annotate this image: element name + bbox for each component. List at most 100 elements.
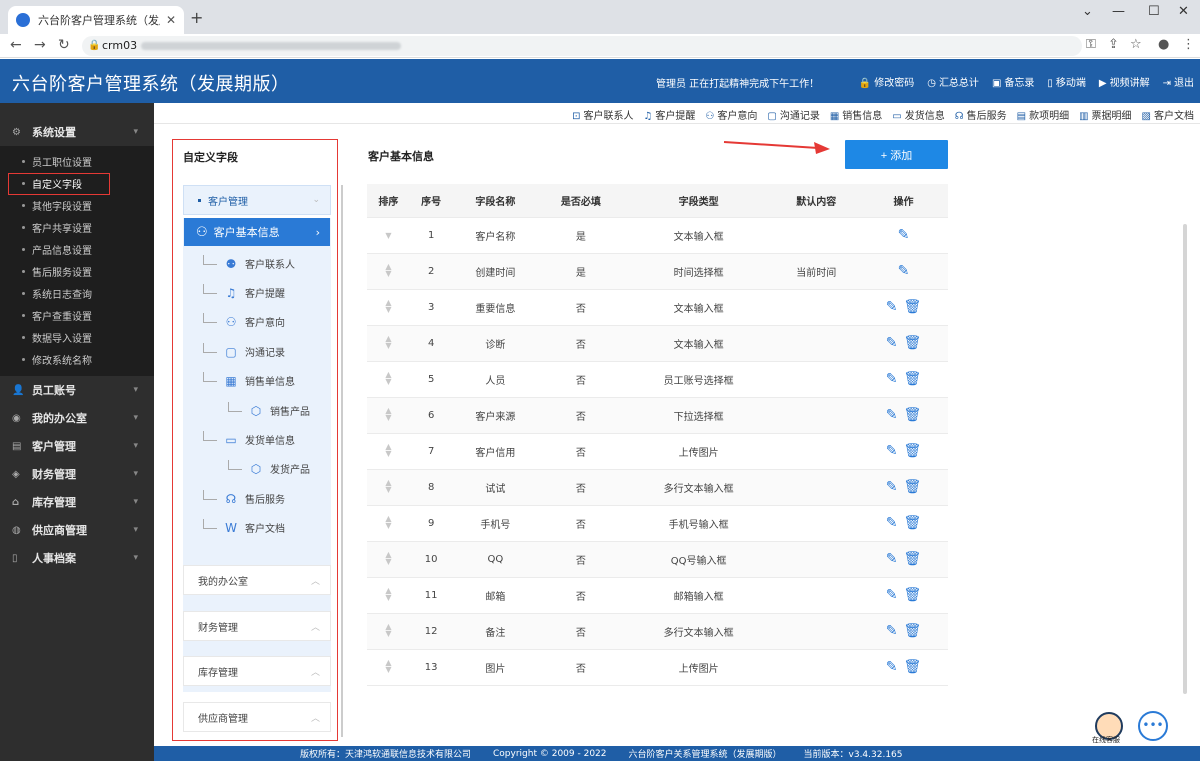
tree-node[interactable]: ☊ 售后服务: [203, 489, 285, 506]
toolbar-item[interactable]: ▤ 款项明细: [1017, 107, 1069, 122]
edit-icon[interactable]: ✎: [886, 407, 898, 423]
sidebar-group[interactable]: 👤 员工账号 ▾: [0, 376, 154, 404]
chat-bubble-icon[interactable]: •••: [1138, 711, 1168, 741]
trash-icon[interactable]: 🗑: [904, 335, 922, 351]
edit-icon[interactable]: ✎: [898, 263, 910, 279]
tree-node[interactable]: ▦ 销售单信息: [203, 371, 295, 388]
minimize-icon[interactable]: ⌄: [1082, 4, 1093, 19]
tree-node[interactable]: ▢ 沟通记录: [203, 342, 285, 359]
toolbar-item[interactable]: ⊡ 客户联系人: [572, 107, 633, 122]
sort-updown-icon[interactable]: ▲ ▼: [385, 263, 391, 278]
edit-icon[interactable]: ✎: [886, 443, 898, 459]
group-collapsed[interactable]: 我的办公室 ︿: [183, 565, 331, 595]
video-link[interactable]: ▶ 视频讲解: [1099, 74, 1150, 89]
url-field[interactable]: 🔒 crm03: [82, 36, 1082, 56]
sidebar-group[interactable]: ▤ 客户管理 ▾: [0, 432, 154, 460]
browser-tab[interactable]: 六台阶客户管理系统（发展期版） ✕: [8, 6, 184, 34]
trash-icon[interactable]: 🗑: [904, 479, 922, 495]
minimize-window-icon[interactable]: —: [1112, 4, 1125, 19]
trash-icon[interactable]: 🗑: [904, 623, 922, 639]
star-icon[interactable]: ☆: [1130, 37, 1142, 52]
close-tab-icon[interactable]: ✕: [166, 13, 176, 27]
sidebar-group[interactable]: ◉ 我的办公室 ▾: [0, 404, 154, 432]
new-tab-icon[interactable]: +: [190, 8, 203, 27]
toolbar-item[interactable]: ⚇ 客户意向: [705, 107, 757, 122]
sidebar-group[interactable]: ⌂ 库存管理 ▾: [0, 488, 154, 516]
share-icon[interactable]: ⇪: [1108, 37, 1119, 52]
add-button[interactable]: + 添加: [845, 140, 948, 169]
sort-handle[interactable]: ▲ ▼: [367, 253, 410, 290]
tree-node[interactable]: ♫ 客户提醒: [203, 283, 285, 300]
tree-node[interactable]: ⬡ 销售产品: [228, 401, 310, 418]
edit-icon[interactable]: ✎: [886, 587, 898, 603]
tree-node[interactable]: ▭ 发货单信息: [203, 430, 295, 447]
sort-handle[interactable]: ▲ ▼: [367, 649, 410, 686]
sort-updown-icon[interactable]: ▲ ▼: [385, 407, 391, 422]
sidebar-group[interactable]: ◍ 供应商管理 ▾: [0, 516, 154, 544]
sort-handle[interactable]: ▲ ▼: [367, 613, 410, 650]
tree-node-customer-basic-info[interactable]: ⚇ 客户基本信息 ›: [184, 218, 330, 246]
sort-updown-icon[interactable]: ▲ ▼: [385, 335, 391, 350]
tree-node[interactable]: ⬡ 发货产品: [228, 459, 310, 476]
edit-icon[interactable]: ✎: [898, 227, 910, 243]
edit-icon[interactable]: ✎: [886, 371, 898, 387]
edit-icon[interactable]: ✎: [886, 335, 898, 351]
sidebar-item[interactable]: 产品信息设置: [0, 238, 154, 260]
sidebar-item[interactable]: 系统日志查询: [0, 282, 154, 304]
change-password-link[interactable]: 🔒 修改密码: [859, 74, 914, 89]
edit-icon[interactable]: ✎: [886, 299, 898, 315]
sidebar-item[interactable]: 修改系统名称: [0, 348, 154, 370]
toolbar-item[interactable]: ▢ 沟通记录: [767, 107, 819, 122]
trash-icon[interactable]: 🗑: [904, 515, 922, 531]
mobile-link[interactable]: ▯ 移动端: [1047, 74, 1086, 89]
trash-icon[interactable]: 🗑: [904, 551, 922, 567]
sort-handle[interactable]: ▲ ▼: [367, 469, 410, 506]
group-customer-management[interactable]: 客户管理 ⌄: [183, 185, 331, 215]
sort-handle[interactable]: ▲ ▼: [367, 325, 410, 362]
sort-updown-icon[interactable]: ▲ ▼: [385, 479, 391, 494]
tree-node[interactable]: W 客户文档: [203, 518, 285, 535]
sort-handle[interactable]: ▲ ▼: [367, 433, 410, 470]
toolbar-item[interactable]: ♫ 客户提醒: [643, 107, 695, 122]
sort-updown-icon[interactable]: ▲ ▼: [385, 515, 391, 530]
sidebar-group-system-settings[interactable]: ⚙ 系统设置 ▾: [0, 118, 154, 146]
sidebar-item-custom-fields[interactable]: 自定义字段: [0, 172, 154, 195]
sort-down-icon[interactable]: ▼: [385, 231, 391, 239]
sort-handle[interactable]: ▲ ▼: [367, 505, 410, 542]
sort-handle[interactable]: ▲ ▼: [367, 397, 410, 434]
edit-icon[interactable]: ✎: [886, 659, 898, 675]
sidebar-item[interactable]: 售后服务设置: [0, 260, 154, 282]
sort-updown-icon[interactable]: ▲ ▼: [385, 659, 391, 674]
sidebar-item[interactable]: 其他字段设置: [0, 194, 154, 216]
sort-updown-icon[interactable]: ▲ ▼: [385, 443, 391, 458]
toolbar-item[interactable]: ▧ 客户文档: [1142, 107, 1194, 122]
sort-handle[interactable]: ▲ ▼: [367, 289, 410, 326]
edit-icon[interactable]: ✎: [886, 515, 898, 531]
sort-handle[interactable]: ▲ ▼: [367, 577, 410, 614]
toolbar-item[interactable]: ▦ 销售信息: [830, 107, 882, 122]
edit-icon[interactable]: ✎: [886, 623, 898, 639]
trash-icon[interactable]: 🗑: [904, 371, 922, 387]
sort-updown-icon[interactable]: ▲ ▼: [385, 623, 391, 638]
profile-icon[interactable]: ●: [1158, 37, 1169, 52]
forward-icon[interactable]: →: [34, 37, 46, 53]
sidebar-group[interactable]: ▯ 人事档案 ▾: [0, 544, 154, 572]
reload-icon[interactable]: ↻: [58, 37, 70, 53]
maximize-icon[interactable]: ☐: [1148, 4, 1160, 19]
toolbar-item[interactable]: ☊ 售后服务: [955, 107, 1007, 122]
sort-updown-icon[interactable]: ▲ ▼: [385, 587, 391, 602]
toolbar-item[interactable]: ▭ 发货信息: [892, 107, 944, 122]
back-icon[interactable]: ←: [10, 37, 22, 53]
toolbar-item[interactable]: ▥ 票据明细: [1079, 107, 1131, 122]
customer-service-label[interactable]: 在线客服: [1092, 735, 1120, 745]
trash-icon[interactable]: 🗑: [904, 299, 922, 315]
key-icon[interactable]: ⚿: [1086, 37, 1096, 52]
trash-icon[interactable]: 🗑: [904, 659, 922, 675]
sidebar-item[interactable]: 客户查重设置: [0, 304, 154, 326]
sort-handle[interactable]: ▲ ▼: [367, 361, 410, 398]
sort-updown-icon[interactable]: ▲ ▼: [385, 551, 391, 566]
sort-updown-icon[interactable]: ▲ ▼: [385, 371, 391, 386]
group-collapsed[interactable]: 财务管理 ︿: [183, 611, 331, 641]
memo-link[interactable]: ▣ 备忘录: [992, 74, 1034, 89]
sort-updown-icon[interactable]: ▲ ▼: [385, 299, 391, 314]
